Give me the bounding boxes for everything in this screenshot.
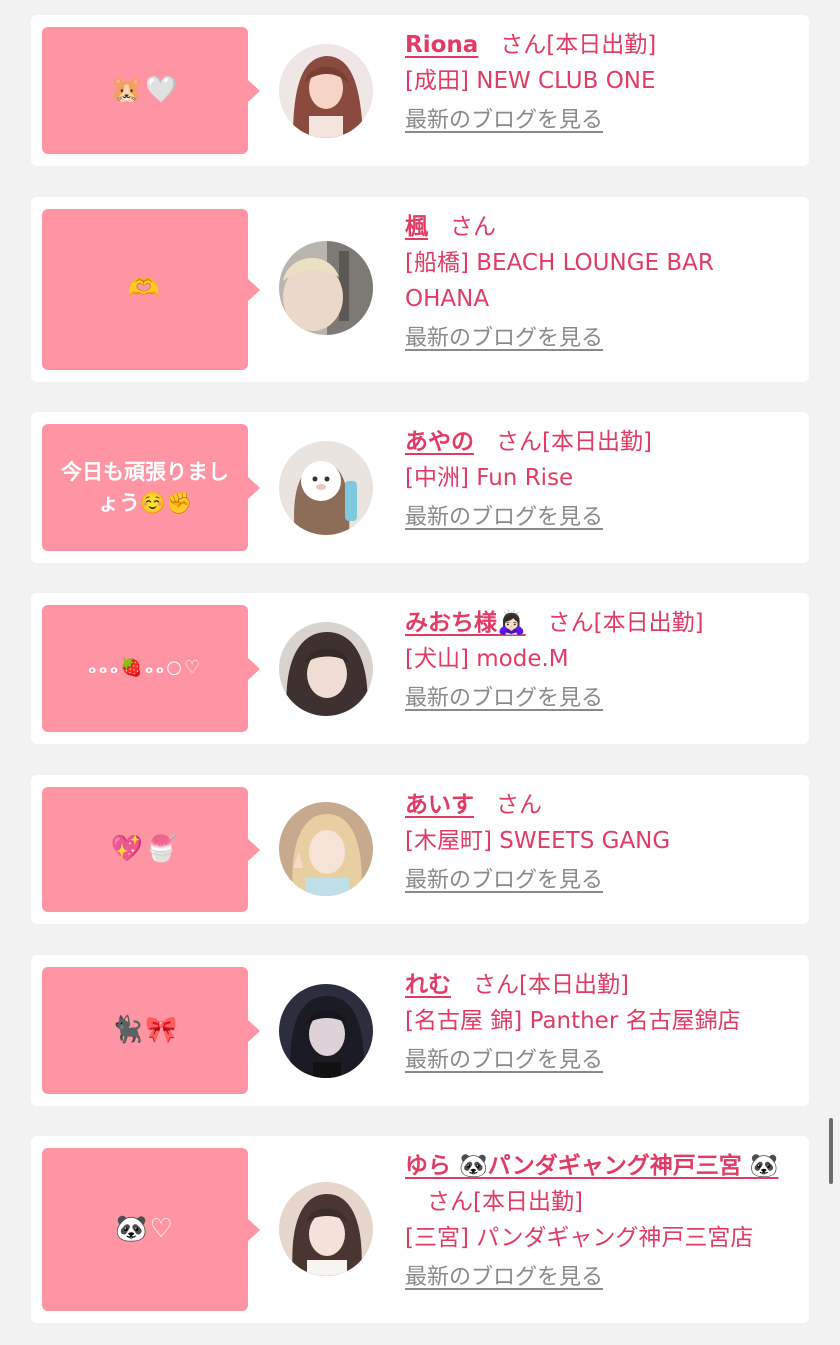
honorific: さん	[496, 792, 542, 818]
avatar[interactable]	[279, 241, 373, 335]
message-bubble: 💖🍧	[42, 787, 260, 912]
shop-name: [名古屋 錦] Panther 名古屋錦店	[405, 1008, 741, 1034]
latest-blog-link[interactable]: 最新のブログを見る	[405, 1043, 603, 1079]
avatar[interactable]	[279, 441, 373, 535]
girl-name-link[interactable]: あやの	[405, 429, 474, 455]
status-badge: [本日出勤]	[546, 32, 657, 58]
girl-name-link[interactable]: 楓	[405, 214, 428, 240]
girl-name-link[interactable]: あいす	[405, 792, 474, 818]
blog-list: 🐹🤍 Riona さん[本日出勤] [成田] NEW CLUB ONE 最新のブロ…	[0, 0, 840, 1345]
message-bubble: 🫶	[42, 209, 260, 370]
shop-name: [三宮] パンダギャング神戸三宮店	[405, 1225, 754, 1251]
status-badge: [本日出勤]	[542, 429, 652, 455]
shop-name: [成田] NEW CLUB ONE	[405, 68, 656, 94]
latest-blog-link[interactable]: 最新のブログを見る	[405, 1260, 603, 1296]
status-badge: [本日出勤]	[593, 610, 704, 636]
status-badge: [本日出勤]	[473, 1189, 583, 1215]
latest-blog-link[interactable]: 最新のブログを見る	[405, 103, 603, 139]
shop-name: [中洲] Fun Rise	[405, 465, 574, 491]
latest-blog-link[interactable]: 最新のブログを見る	[405, 321, 603, 357]
list-item: 🐼♡ ゆら 🐼パンダギャング神戸三宮 🐼 さん[本日出勤] [三宮] パンダギャン…	[31, 1136, 809, 1323]
avatar[interactable]	[279, 802, 373, 896]
latest-blog-link[interactable]: 最新のブログを見る	[405, 500, 603, 536]
avatar[interactable]	[279, 622, 373, 716]
message-text: 今日も頑張りましょう☺️✊	[61, 460, 229, 515]
message-bubble: 🐹🤍	[42, 27, 260, 154]
honorific: さん	[496, 429, 542, 455]
avatar[interactable]	[279, 44, 373, 138]
honorific: さん	[500, 32, 547, 58]
list-item: ₒₒₒ🍓ₒₒ○♡ みおち様🙇🏻‍♀️ さん[本日出勤] [犬山] mode.M 最…	[31, 593, 809, 744]
girl-name-link[interactable]: れむ	[405, 972, 451, 998]
honorific: さん	[450, 214, 496, 240]
message-text: 🐼♡	[115, 1213, 175, 1244]
avatar[interactable]	[279, 984, 373, 1078]
message-text: 💖🍧	[110, 833, 180, 864]
message-bubble: ₒₒₒ🍓ₒₒ○♡	[42, 605, 260, 732]
list-item: 🫶 楓さん [船橋] BEACH LOUNGE BAR OHANA 最新のブログ…	[31, 197, 809, 382]
message-bubble: 🐈‍⬛🎀	[42, 967, 260, 1094]
girl-name-link[interactable]: Riona	[405, 32, 478, 58]
latest-blog-link[interactable]: 最新のブログを見る	[405, 681, 603, 717]
girl-name-link[interactable]: みおち様🙇🏻‍♀️	[405, 610, 526, 636]
girl-name-link[interactable]: ゆら 🐼パンダギャング神戸三宮 🐼	[405, 1153, 778, 1179]
message-text: 🫶	[127, 273, 163, 304]
message-bubble: 🐼♡	[42, 1148, 260, 1311]
shop-name: [犬山] mode.M	[405, 646, 569, 672]
message-text: 🐈‍⬛🎀	[110, 1014, 180, 1045]
message-text: ₒₒₒ🍓ₒₒ○♡	[87, 657, 203, 679]
list-item: 🐹🤍 Riona さん[本日出勤] [成田] NEW CLUB ONE 最新のブロ…	[31, 15, 809, 166]
avatar[interactable]	[279, 1182, 373, 1276]
list-item: 🐈‍⬛🎀 れむ さん[本日出勤] [名古屋 錦] Panther 名古屋錦店 最新…	[31, 955, 809, 1106]
message-text: 🐹🤍	[110, 74, 180, 105]
list-item: 💖🍧 あいす さん [木屋町] SWEETS GANG 最新のブログを見る	[31, 775, 809, 924]
message-bubble: 今日も頑張りましょう☺️✊	[42, 424, 260, 551]
honorific: さん	[473, 972, 519, 998]
scrollbar[interactable]	[829, 1118, 833, 1184]
latest-blog-link[interactable]: 最新のブログを見る	[405, 863, 603, 899]
honorific: さん	[547, 610, 594, 636]
honorific: さん	[427, 1189, 473, 1215]
shop-name: [船橋] BEACH LOUNGE BAR OHANA	[405, 250, 714, 312]
status-badge: [本日出勤]	[519, 972, 629, 998]
shop-name: [木屋町] SWEETS GANG	[405, 828, 671, 854]
list-item: 今日も頑張りましょう☺️✊ あやの さん[本日出勤] [中洲] Fun Rise …	[31, 412, 809, 563]
